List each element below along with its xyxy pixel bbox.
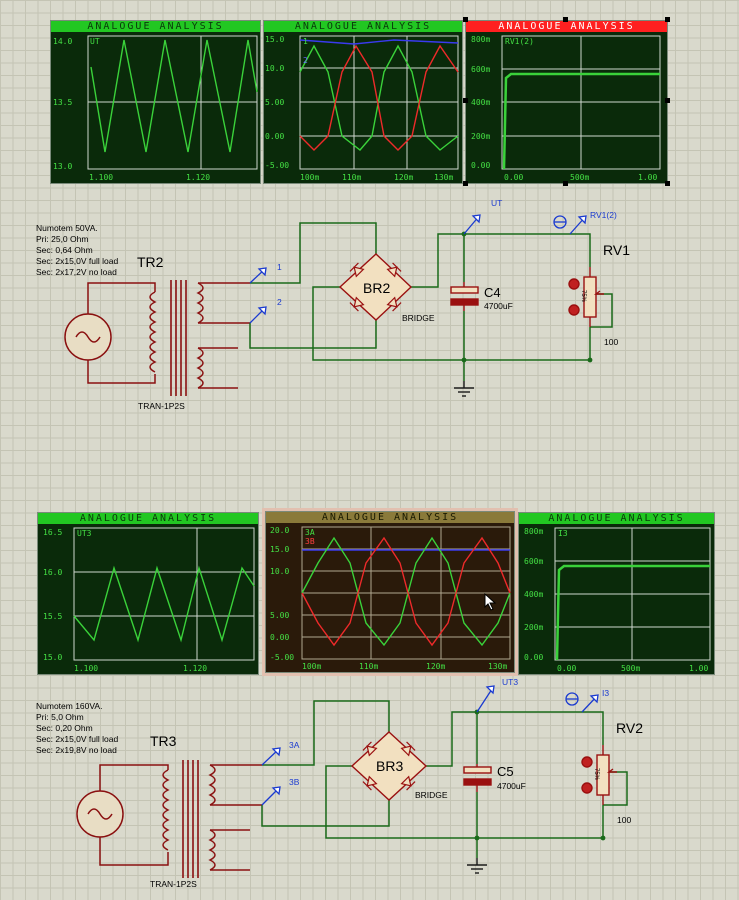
note-line: Sec: 2x15,0V full load	[36, 256, 119, 266]
note-line: Numotem 50VA.	[36, 223, 98, 233]
component-ref[interactable]: TR2	[137, 254, 163, 270]
note-line: Sec: 2x19,8V no load	[36, 745, 117, 755]
note-line: Sec: 0,20 Ohm	[36, 723, 93, 733]
transformer-notes: Numotem 160VA. Pri: 5,0 Ohm Sec: 0,20 Oh…	[36, 701, 118, 756]
probe-label[interactable]: RV1(2)	[590, 210, 617, 220]
potentiometer-rv1	[568, 267, 604, 327]
component-ref[interactable]: C4	[484, 285, 501, 300]
capacitor-c5	[463, 764, 492, 792]
circuit-2	[76, 685, 628, 878]
probe-label[interactable]: UT3	[502, 677, 518, 687]
component-type: TRAN-1P2S	[138, 401, 185, 411]
ground-1	[454, 381, 474, 397]
probe-label[interactable]: 3A	[289, 740, 299, 750]
note-line: Numotem 160VA.	[36, 701, 103, 711]
component-value: 4700uF	[484, 301, 513, 311]
circuit-1	[64, 214, 613, 397]
probe-label[interactable]: 1	[277, 262, 282, 272]
pot-scale: 75%	[580, 290, 586, 303]
component-type: BRIDGE	[402, 313, 435, 323]
pot-scale: 75%	[593, 768, 599, 781]
probe-label[interactable]: UT	[491, 198, 502, 208]
probe-label[interactable]: 2	[277, 297, 282, 307]
probe-label[interactable]: 3B	[289, 777, 299, 787]
component-value: 4700uF	[497, 781, 526, 791]
schematic	[64, 214, 628, 878]
component-ref[interactable]: RV2	[616, 720, 643, 736]
mouse-pointer-icon	[484, 593, 497, 611]
transformer-notes: Numotem 50VA. Pri: 25,0 Ohm Sec: 0,64 Oh…	[36, 223, 118, 278]
note-line: Sec: 2x15,0V full load	[36, 734, 119, 744]
capacitor-c4	[450, 282, 479, 311]
component-value: 100	[604, 337, 619, 347]
component-ref[interactable]: BR3	[376, 758, 403, 774]
primary-coil-1	[149, 291, 157, 373]
ac-source-1	[64, 313, 112, 361]
voltage-probe	[261, 685, 599, 806]
component-ref[interactable]: C5	[497, 764, 514, 779]
note-line: Sec: 2x17,2V no load	[36, 267, 117, 277]
component-type: TRAN-1P2S	[150, 879, 197, 889]
component-ref[interactable]: RV1	[603, 242, 630, 258]
note-line: Pri: 25,0 Ohm	[36, 234, 89, 244]
probe-label[interactable]: I3	[602, 688, 609, 698]
component-value: 100	[617, 815, 632, 825]
component-ref[interactable]: TR3	[150, 733, 176, 749]
component-type: BRIDGE	[415, 790, 448, 800]
ground-2	[467, 858, 487, 874]
ac-source-2	[76, 790, 124, 838]
potentiometer-rv2	[581, 745, 617, 805]
component-ref[interactable]: BR2	[363, 280, 390, 296]
note-line: Sec: 0,64 Ohm	[36, 245, 93, 255]
note-line: Pri: 5,0 Ohm	[36, 712, 84, 722]
